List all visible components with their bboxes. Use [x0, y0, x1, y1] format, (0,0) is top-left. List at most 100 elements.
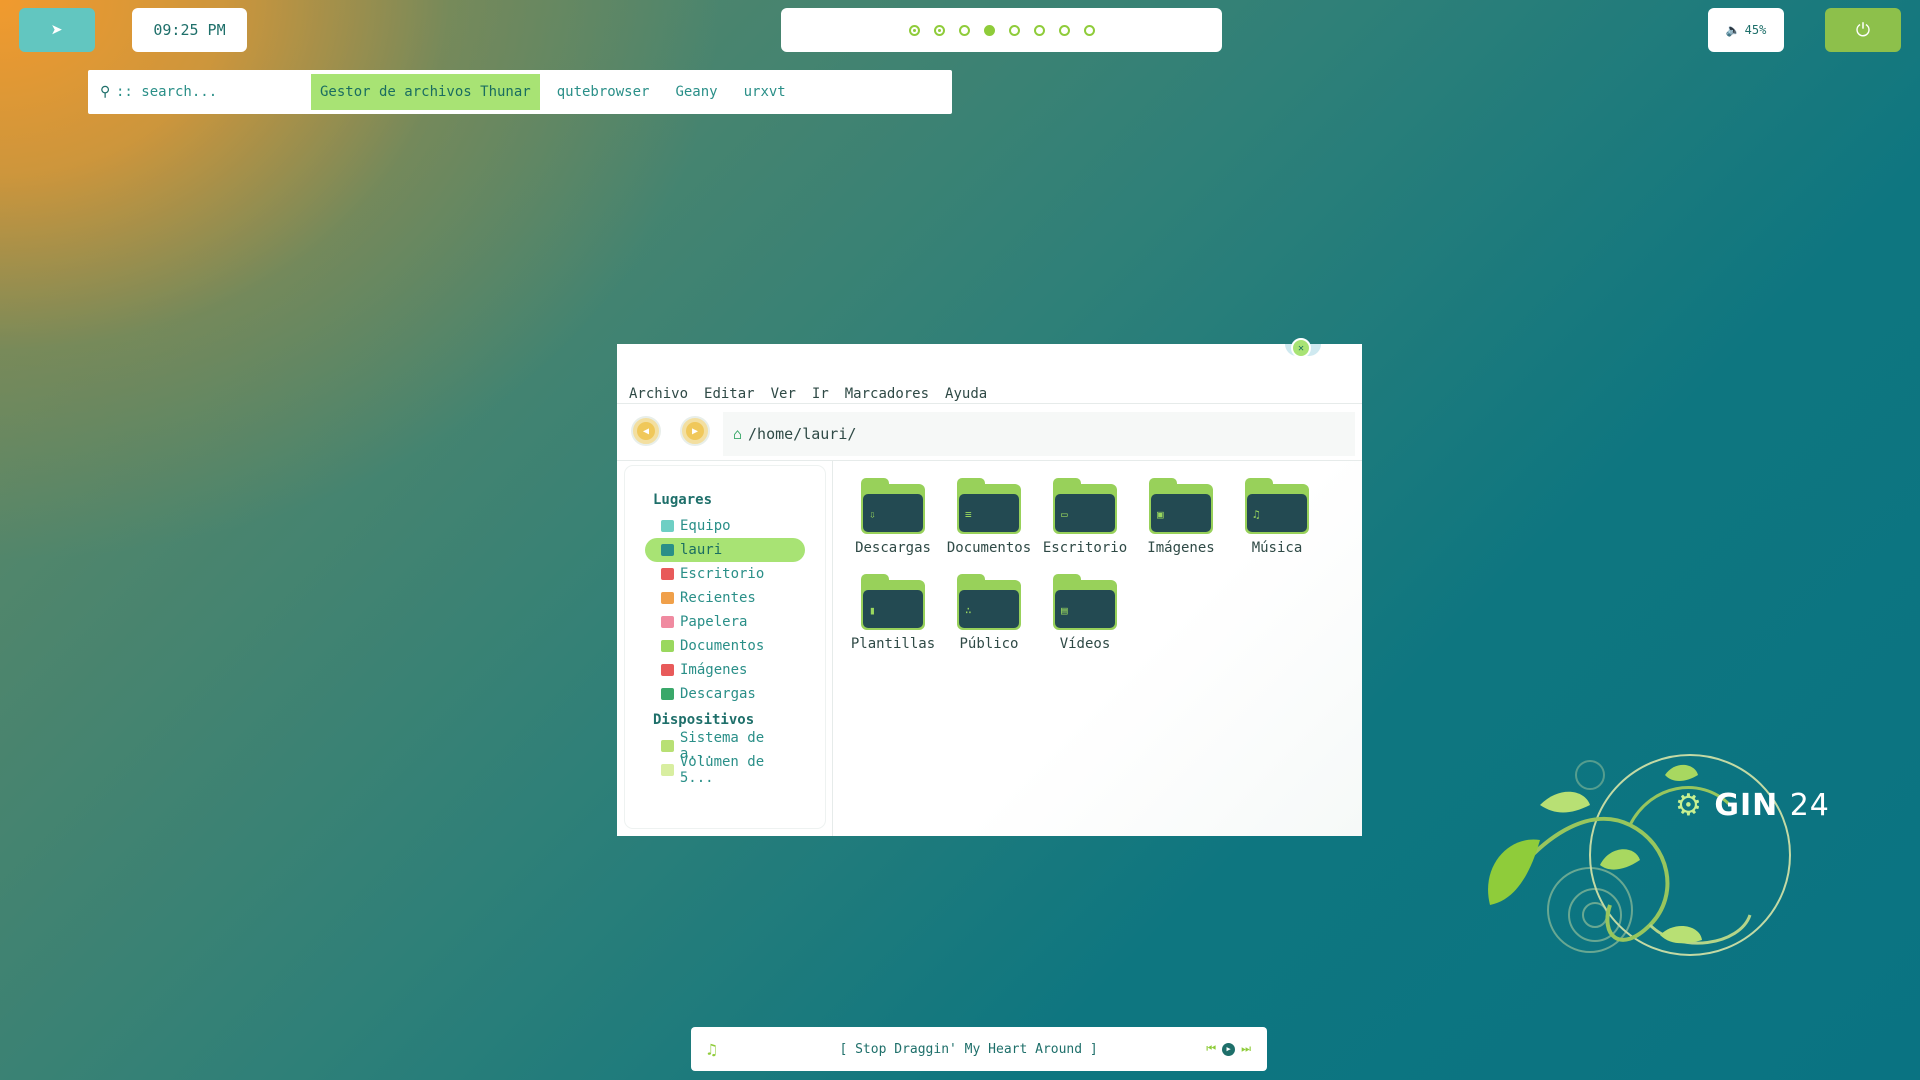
workspace-3[interactable]: [958, 24, 970, 36]
folder-label: Imágenes: [1147, 540, 1215, 556]
drive-icon: [661, 764, 674, 776]
sidebar-item-papelera[interactable]: Papelera: [645, 610, 805, 634]
place-icon: [661, 544, 674, 556]
back-button[interactable]: ◀: [631, 416, 661, 446]
image-icon: ▣: [1157, 508, 1164, 521]
place-icon: [661, 640, 674, 652]
folder-label: Público: [959, 636, 1019, 652]
workspace-switcher: [781, 8, 1222, 52]
folder-publico[interactable]: ∴ Público: [941, 574, 1037, 652]
power-button[interactable]: ⏻: [1825, 8, 1901, 52]
menu-ir[interactable]: Ir: [812, 386, 829, 402]
folder-escritorio[interactable]: ▭ Escritorio: [1037, 478, 1133, 556]
place-icon: [661, 568, 674, 580]
place-icon: [661, 688, 674, 700]
next-track-button[interactable]: ⏭: [1241, 1042, 1251, 1056]
home-icon: ⌂: [733, 425, 743, 443]
workspace-8[interactable]: [1083, 24, 1095, 36]
chevron-left-icon: ◀: [642, 425, 650, 437]
folder-icon: ∴: [957, 574, 1021, 630]
location-bar[interactable]: ⌂ /home/lauri/: [723, 412, 1355, 456]
folder-label: Escritorio: [1042, 540, 1128, 556]
sidebar-item-recientes[interactable]: Recientes: [645, 586, 805, 610]
folder-icon: ▭: [1053, 478, 1117, 534]
menu-editar[interactable]: Editar: [704, 386, 755, 402]
place-icon: [661, 520, 674, 532]
volume-indicator[interactable]: 🔈 45%: [1708, 8, 1784, 52]
place-icon: [661, 592, 674, 604]
sidebar-item-label: lauri: [680, 542, 723, 558]
folder-view: ⇩ Descargas ≡ Documentos ▭ Escritorio ▣ Imágene…: [833, 461, 1362, 836]
menu-marcadores[interactable]: Marcadores: [845, 386, 929, 402]
launcher-item-geany[interactable]: Geany: [666, 74, 726, 110]
power-icon: ⏻: [1855, 19, 1871, 41]
music-player: ♫ [ Stop Draggin' My Heart Around ] ⏮ ▶ …: [691, 1027, 1267, 1071]
menu-ayuda[interactable]: Ayuda: [945, 386, 987, 402]
sidebar-item-lauri[interactable]: lauri: [645, 538, 805, 562]
workspace-4[interactable]: [983, 24, 995, 36]
workspace-6[interactable]: [1033, 24, 1045, 36]
folder-label: Documentos: [946, 540, 1032, 556]
folder-videos[interactable]: ▤ Vídeos: [1037, 574, 1133, 652]
arrow-up-icon: ➤: [50, 18, 64, 42]
folder-descargas[interactable]: ⇩ Descargas: [845, 478, 941, 556]
sidebar-heading-devices: Dispositivos: [653, 712, 755, 728]
navigation-toolbar: ◀ ▶ ⌂ /home/lauri/: [617, 404, 1362, 460]
sidebar-item-descargas[interactable]: Descargas: [645, 682, 805, 706]
sidebar-item-label: Documentos: [680, 638, 765, 654]
file-manager-window: ✕ Archivo Editar Ver Ir Marcadores Ayuda…: [617, 338, 1362, 836]
forward-button[interactable]: ▶: [680, 416, 710, 446]
workspace-7[interactable]: [1058, 24, 1070, 36]
sidebar-item-label: Equipo: [680, 518, 731, 534]
app-launcher-bar: ⚲ :: search... Gestor de archivos Thunar…: [88, 70, 952, 114]
download-icon: ⇩: [869, 508, 876, 521]
clock: 09:25 PM: [132, 8, 247, 52]
place-icon: [661, 664, 674, 676]
music-note-icon: ♫: [707, 1039, 717, 1059]
launcher-item-urxvt[interactable]: urxvt: [735, 74, 795, 110]
video-icon: ▤: [1061, 604, 1068, 617]
location-path: /home/lauri/: [748, 425, 857, 443]
workspace-2[interactable]: [933, 24, 945, 36]
wallpaper-vine-decoration: [1488, 754, 1791, 956]
launcher-item-qutebrowser[interactable]: qutebrowser: [548, 74, 659, 110]
sidebar-item-label: Recientes: [680, 590, 756, 606]
folder-plantillas[interactable]: ▮ Plantillas: [845, 574, 941, 652]
music-icon: ♫: [1253, 508, 1260, 521]
close-button[interactable]: ✕: [1291, 338, 1311, 358]
app-launcher-button[interactable]: ➤: [19, 8, 95, 52]
chevron-right-icon: ▶: [691, 425, 699, 437]
desktop-icon: ▭: [1061, 508, 1068, 521]
folder-icon: ♫: [1245, 478, 1309, 534]
previous-track-button[interactable]: ⏮: [1206, 1042, 1216, 1056]
sidebar-item-im-genes[interactable]: Imágenes: [645, 658, 805, 682]
template-icon: ▮: [869, 604, 876, 617]
sidebar-item-label: Escritorio: [680, 566, 765, 582]
sidebar-item-escritorio[interactable]: Escritorio: [645, 562, 805, 586]
play-icon: ▶: [1226, 1045, 1231, 1053]
folder-imagenes[interactable]: ▣ Imágenes: [1133, 478, 1229, 556]
workspace-1[interactable]: [908, 24, 920, 36]
folder-documentos[interactable]: ≡ Documentos: [941, 478, 1037, 556]
speaker-icon: 🔈: [1725, 23, 1741, 37]
folder-icon: ⇩: [861, 478, 925, 534]
workspace-5[interactable]: [1008, 24, 1020, 36]
search-input[interactable]: :: search...: [116, 84, 311, 100]
sidebar-item-equipo[interactable]: Equipo: [645, 514, 805, 538]
place-icon: [661, 616, 674, 628]
menu-ver[interactable]: Ver: [771, 386, 796, 402]
sidebar-item-documentos[interactable]: Documentos: [645, 634, 805, 658]
sidebar-heading-places: Lugares: [653, 492, 713, 508]
folder-icon: ▤: [1053, 574, 1117, 630]
menu-archivo[interactable]: Archivo: [629, 386, 688, 402]
share-icon: ∴: [965, 604, 972, 617]
logo-gear-icon: ⚙: [1675, 788, 1703, 823]
launcher-item-thunar[interactable]: Gestor de archivos Thunar: [311, 74, 540, 110]
play-button[interactable]: ▶: [1222, 1042, 1236, 1056]
folder-musica[interactable]: ♫ Música: [1229, 478, 1325, 556]
folder-label: Plantillas: [850, 636, 936, 652]
folder-label: Música: [1251, 540, 1303, 556]
folder-label: Vídeos: [1059, 636, 1111, 652]
folder-icon: ▣: [1149, 478, 1213, 534]
sidebar-device-2[interactable]: Volumen de 5...: [645, 754, 805, 786]
